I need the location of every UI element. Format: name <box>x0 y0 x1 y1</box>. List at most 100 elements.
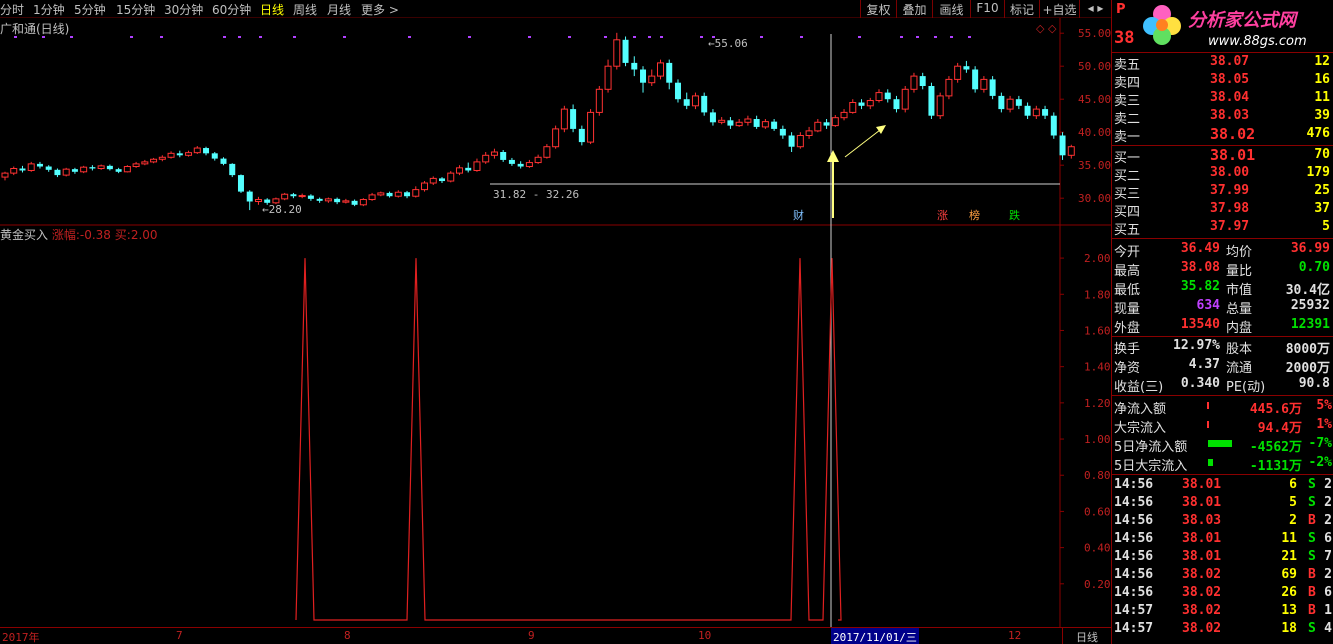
candle-body <box>500 152 507 160</box>
signal-dot <box>160 36 163 38</box>
candle-body <box>640 69 647 83</box>
logo-text: 分析家公式网 <box>1188 10 1296 31</box>
toolbar-button-0[interactable]: 复权 <box>860 0 896 18</box>
period-tab-6[interactable]: 日线 <box>260 1 284 18</box>
price-big: 38 <box>1114 28 1135 48</box>
candle-body <box>945 78 953 97</box>
period-tab-9[interactable]: 更多 > <box>361 1 399 18</box>
annotation-range: 31.82 - 32.26 <box>493 188 580 201</box>
date-label: 10 <box>698 629 712 642</box>
candle-body <box>893 99 900 110</box>
bid-row: 买三 37.99 25 <box>1112 182 1333 202</box>
marker-rise[interactable]: 涨 <box>935 209 950 222</box>
candle-body <box>910 75 918 90</box>
candle-body <box>683 99 690 106</box>
period-tab-8[interactable]: 月线 <box>327 1 351 18</box>
candle-body <box>36 163 43 167</box>
candle-body <box>709 112 716 123</box>
candle-body <box>587 111 595 143</box>
candle-body <box>849 102 857 113</box>
candle-body <box>796 135 804 148</box>
candle-body <box>779 128 786 136</box>
candle-body <box>928 86 935 116</box>
signal-dot <box>950 36 953 38</box>
tick-volume: 6 <box>1289 477 1297 492</box>
candle-body <box>674 82 681 100</box>
marker-rank[interactable]: 榜 <box>967 209 982 222</box>
period-tab-1[interactable]: 1分钟 <box>33 1 65 18</box>
tick-side: S <box>1308 477 1316 492</box>
date-axis: 2017年 7 8 9 10 2017/11/01/三 12 日线 <box>0 627 1111 644</box>
period-tab-3[interactable]: 15分钟 <box>116 1 155 18</box>
candle-body <box>744 118 752 123</box>
panel-p-icon[interactable]: P <box>1116 2 1126 17</box>
chart-canvas[interactable]: 55.00 50.00 45.00 40.00 35.00 30.00 2.00 1.80 1.… <box>0 18 1111 627</box>
tick-volume: 69 <box>1281 567 1297 582</box>
ask-volume: 11 <box>1314 90 1330 105</box>
flow-row: 5日大宗流入 -1131万 -2% <box>1112 454 1333 474</box>
marker-fall[interactable]: 跌 <box>1007 209 1022 222</box>
candle-body <box>753 119 760 127</box>
candle-body <box>10 168 18 174</box>
signal-dot <box>968 36 971 38</box>
period-tab[interactable]: 日线 <box>1062 628 1111 644</box>
stat-label: 收益(三) <box>1114 380 1164 395</box>
marker-finance[interactable]: 财 <box>791 209 806 222</box>
stat2-row: 换手 12.97% 股本 8000万 <box>1112 337 1333 357</box>
flow-bar <box>1208 440 1232 447</box>
signal-dot <box>70 36 73 38</box>
y-tick-label: 1.20 <box>1084 397 1111 410</box>
period-tab-0[interactable]: 分时 <box>0 1 24 18</box>
stat-label: 现量 <box>1114 302 1141 317</box>
candle-body <box>1050 115 1057 136</box>
divider <box>1112 145 1333 146</box>
toolbar-button-2[interactable]: 画线 <box>932 0 970 18</box>
signal-dot <box>293 36 296 38</box>
toolbar-button-1[interactable]: 叠加 <box>896 0 932 18</box>
candle-body <box>884 92 891 100</box>
flow-bar <box>1207 402 1209 409</box>
candle-body <box>377 192 385 196</box>
toolbar-scroll-icon[interactable]: ◂ ▸ <box>1079 0 1111 18</box>
ask-price: 38.05 <box>1210 72 1250 87</box>
tick-price: 38.01 <box>1182 477 1222 492</box>
date-label: 2017年 <box>2 631 40 644</box>
stat-label: 今开 <box>1114 245 1141 260</box>
candle-body <box>290 194 297 197</box>
tick-count: 7 <box>1324 549 1332 564</box>
candle-body <box>831 117 839 127</box>
arrow-up-icon <box>827 150 839 162</box>
period-tab-2[interactable]: 5分钟 <box>74 1 106 18</box>
stat-value: 4.37 <box>1188 357 1220 372</box>
candle-body <box>840 111 848 119</box>
bid-row: 买五 37.97 5 <box>1112 218 1333 238</box>
stat-value: 36.49 <box>1180 241 1220 256</box>
stat-row: 最高 38.08 量比 0.70 <box>1112 259 1333 279</box>
candle-body <box>998 95 1005 110</box>
signal-dot <box>648 36 651 38</box>
bid-price: 37.98 <box>1210 201 1250 216</box>
candle-body <box>229 163 236 176</box>
candle-body <box>80 166 88 173</box>
candle-body <box>439 178 445 182</box>
indicator-field1-value: -0.38 <box>79 228 111 242</box>
toolbar-button-4[interactable]: 标记 <box>1004 0 1039 18</box>
candle-body <box>666 62 673 83</box>
candle-body <box>1015 99 1022 106</box>
toolbar-button-3[interactable]: F10 <box>970 0 1004 18</box>
period-tab-7[interactable]: 周线 <box>293 1 317 18</box>
signal-dot <box>916 36 919 38</box>
candle-body <box>298 195 306 198</box>
candle-body <box>237 175 244 192</box>
toolbar-button-5[interactable]: +自选 <box>1039 0 1079 18</box>
candle-body <box>307 195 314 199</box>
period-tab-5[interactable]: 60分钟 <box>212 1 251 18</box>
tick-volume: 11 <box>1281 531 1297 546</box>
candle-body <box>560 108 568 130</box>
period-tab-4[interactable]: 30分钟 <box>164 1 203 18</box>
flow-value: 445.6万 <box>1249 402 1302 417</box>
tick-count: 2 <box>1324 477 1332 492</box>
tick-count: 4 <box>1324 621 1332 636</box>
candle-body <box>246 191 253 202</box>
pane-diamond-icon[interactable]: ◇ ◇ <box>1036 22 1056 35</box>
